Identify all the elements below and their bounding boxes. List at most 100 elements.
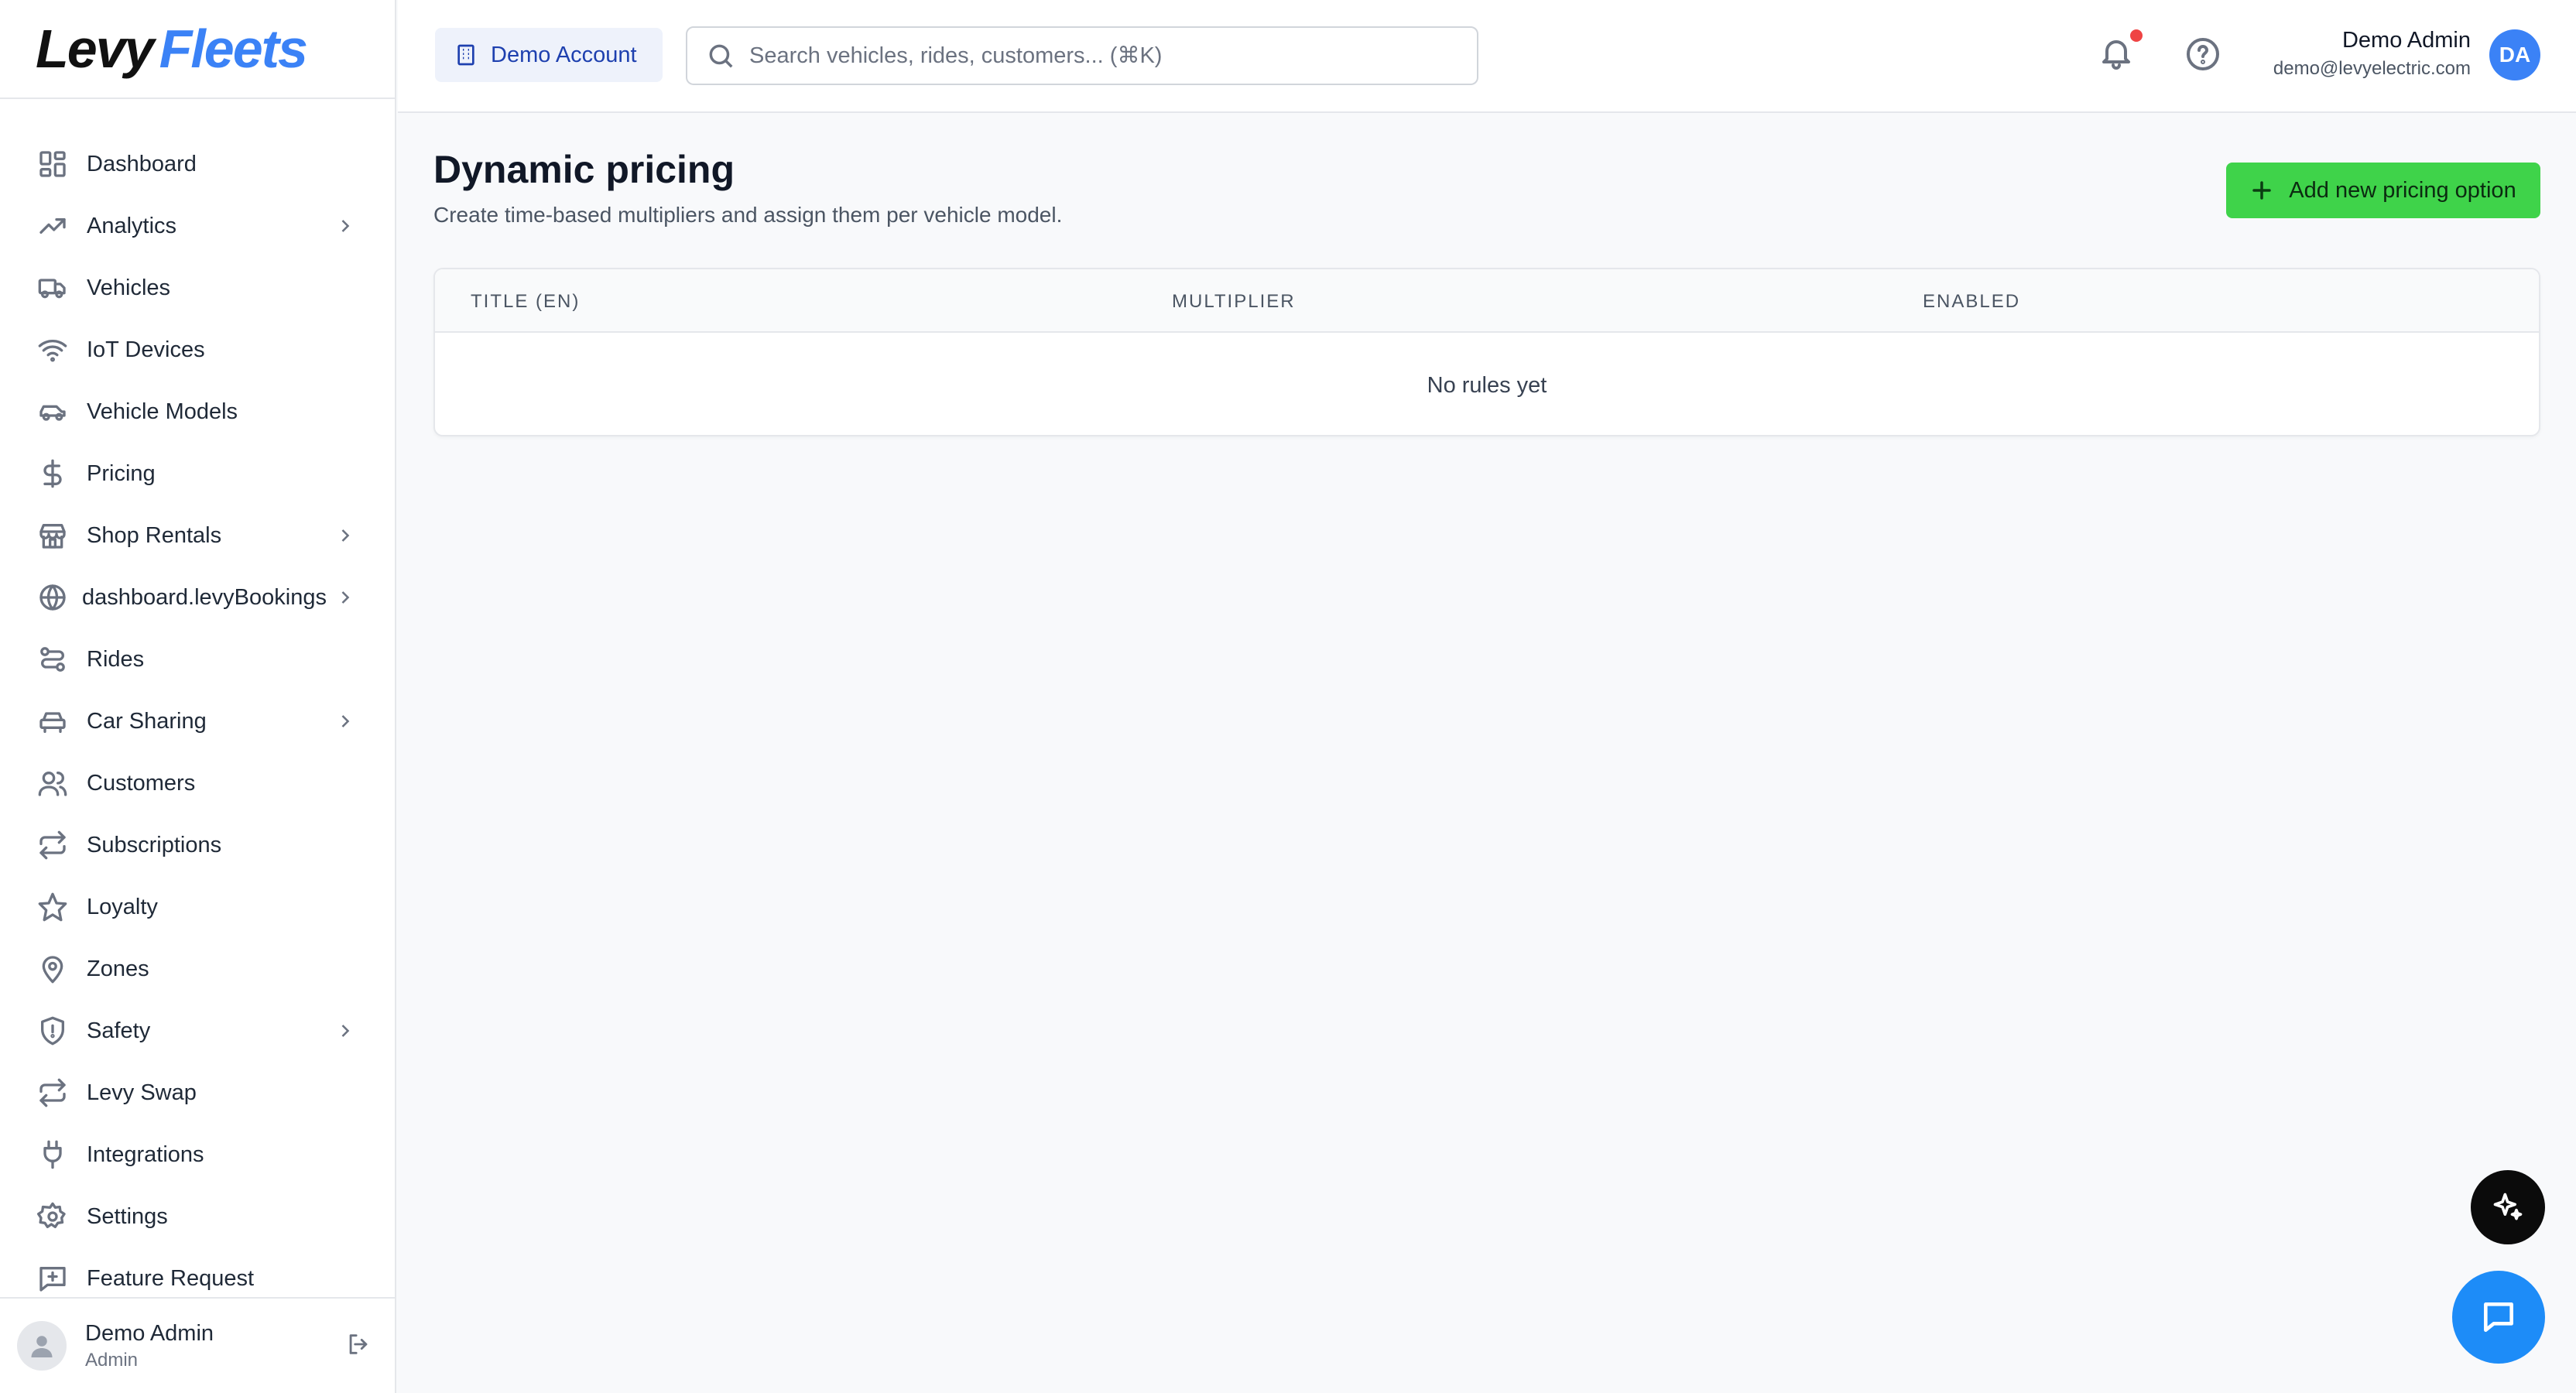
help-circle-icon bbox=[2187, 38, 2219, 70]
sidebar-item-car-sharing[interactable]: Car Sharing bbox=[0, 690, 395, 752]
sidebar-user-name: Demo Admin bbox=[85, 1320, 214, 1346]
gear-icon bbox=[36, 1200, 70, 1234]
user-menu[interactable]: Demo Admin demo@levyelectric.com bbox=[2273, 28, 2471, 80]
page-title: Dynamic pricing bbox=[433, 148, 735, 191]
search-input[interactable] bbox=[749, 43, 1446, 69]
sidebar-item-subscriptions[interactable]: Subscriptions bbox=[0, 814, 395, 876]
sidebar-item-vehicles[interactable]: Vehicles bbox=[0, 257, 395, 319]
avatar[interactable]: DA bbox=[2489, 29, 2540, 80]
help-button[interactable] bbox=[2184, 36, 2225, 76]
car-front-icon bbox=[36, 704, 70, 738]
sidebar-item-label: Loyalty bbox=[87, 894, 158, 919]
building-icon bbox=[457, 44, 474, 66]
sidebar-item-label: Integrations bbox=[87, 1141, 204, 1167]
sidebar-item-safety[interactable]: Safety bbox=[0, 1000, 395, 1062]
pricing-rules-table: TITLE (EN) MULTIPLIER ENABLED No rules y… bbox=[433, 268, 2540, 436]
chevron-right-icon bbox=[334, 1020, 356, 1042]
sidebar-user-info: Demo Admin Admin bbox=[85, 1321, 345, 1371]
sidebar-item-shop-rentals[interactable]: Shop Rentals bbox=[0, 505, 395, 566]
truck-icon bbox=[36, 271, 70, 305]
sidebar-item-zones[interactable]: Zones bbox=[0, 938, 395, 1000]
swap-icon bbox=[36, 1076, 70, 1110]
ai-assistant-button[interactable] bbox=[2471, 1170, 2545, 1244]
plus-icon bbox=[2252, 181, 2272, 200]
sidebar-item-label: Analytics bbox=[87, 213, 177, 238]
sidebar-nav: Dashboard Analytics Vehicles IoT Devices… bbox=[0, 133, 395, 1309]
top-header: Demo Account Demo Admin demo@levyelectri… bbox=[398, 0, 2576, 113]
sidebar-item-settings[interactable]: Settings bbox=[0, 1186, 395, 1248]
sidebar-item-label: Vehicle Models bbox=[87, 399, 238, 424]
notification-dot bbox=[2130, 29, 2143, 42]
user-icon bbox=[31, 1336, 53, 1357]
sidebar-item-integrations[interactable]: Integrations bbox=[0, 1124, 395, 1186]
account-switcher-button[interactable]: Demo Account bbox=[435, 28, 663, 82]
sparkles-icon bbox=[2493, 1193, 2523, 1220]
sidebar-item-label: Dashboard bbox=[87, 151, 197, 176]
users-icon bbox=[36, 766, 70, 800]
map-pin-icon bbox=[36, 952, 70, 986]
avatar[interactable] bbox=[17, 1321, 67, 1371]
sidebar-item-loyalty[interactable]: Loyalty bbox=[0, 876, 395, 938]
sidebar-item-levy-swap[interactable]: Levy Swap bbox=[0, 1062, 395, 1124]
column-header-multiplier[interactable]: MULTIPLIER bbox=[1172, 291, 1296, 313]
column-header-title[interactable]: TITLE (EN) bbox=[471, 291, 580, 313]
sidebar-item-label: Rides bbox=[87, 646, 145, 672]
repeat-icon bbox=[36, 828, 70, 862]
dollar-icon bbox=[36, 457, 70, 491]
sidebar-user-footer: Demo Admin Admin bbox=[0, 1297, 395, 1393]
star-icon bbox=[36, 890, 70, 924]
empty-state-message: No rules yet bbox=[1427, 373, 1547, 398]
sidebar: Levy Fleets Dashboard Analytics Vehicles… bbox=[0, 0, 396, 1393]
user-email: demo@levyelectric.com bbox=[2273, 58, 2471, 79]
sidebar-item-analytics[interactable]: Analytics bbox=[0, 195, 395, 257]
search-icon bbox=[709, 44, 733, 68]
chevron-right-icon bbox=[334, 215, 356, 237]
brand-logo[interactable]: Levy Fleets bbox=[0, 0, 395, 99]
sidebar-item-label: Feature Request bbox=[87, 1265, 255, 1291]
sidebar-item-pricing[interactable]: Pricing bbox=[0, 443, 395, 505]
page-subtitle: Create time-based multipliers and assign… bbox=[433, 203, 1063, 227]
search-box[interactable] bbox=[686, 26, 1478, 85]
sidebar-item-label: IoT Devices bbox=[87, 337, 205, 362]
trending-up-icon bbox=[36, 209, 70, 243]
brand-logo-part2: Fleets bbox=[159, 19, 308, 79]
wifi-icon bbox=[36, 333, 70, 367]
bell-icon bbox=[2102, 40, 2130, 70]
sidebar-item-label: Car Sharing bbox=[87, 708, 207, 734]
sidebar-user-role: Admin bbox=[85, 1349, 139, 1371]
route-icon bbox=[36, 642, 70, 676]
sidebar-item-iot-devices[interactable]: IoT Devices bbox=[0, 319, 395, 381]
globe-icon bbox=[36, 580, 70, 614]
sidebar-item-label: Settings bbox=[87, 1203, 168, 1229]
dashboard-icon bbox=[36, 147, 70, 181]
sidebar-item-label: Pricing bbox=[87, 460, 156, 486]
message-plus-icon bbox=[36, 1261, 70, 1295]
sidebar-item-label: Shop Rentals bbox=[87, 522, 222, 548]
sidebar-item-label: dashboard.levyBookings bbox=[82, 584, 327, 610]
user-name: Demo Admin bbox=[2341, 28, 2471, 53]
sidebar-item-dashboard[interactable]: Dashboard bbox=[0, 133, 395, 195]
table-header: TITLE (EN) MULTIPLIER ENABLED bbox=[435, 269, 2539, 333]
chat-support-button[interactable] bbox=[2452, 1271, 2545, 1364]
sidebar-item-label: Customers bbox=[87, 770, 196, 796]
sidebar-item-customers[interactable]: Customers bbox=[0, 752, 395, 814]
notifications-button[interactable] bbox=[2098, 29, 2143, 77]
shield-icon bbox=[36, 1014, 70, 1048]
brand-logo-part1: Levy bbox=[36, 19, 155, 79]
sidebar-item-bookings[interactable]: dashboard.levyBookings bbox=[0, 566, 395, 628]
sidebar-item-vehicle-models[interactable]: Vehicle Models bbox=[0, 381, 395, 443]
sidebar-item-rides[interactable]: Rides bbox=[0, 628, 395, 690]
add-pricing-option-label: Add new pricing option bbox=[2289, 177, 2516, 203]
column-header-enabled[interactable]: ENABLED bbox=[1923, 291, 2020, 313]
chat-icon bbox=[2484, 1302, 2513, 1332]
sidebar-item-label: Vehicles bbox=[87, 275, 171, 300]
chevron-right-icon bbox=[334, 587, 356, 608]
store-icon bbox=[36, 519, 70, 553]
account-switcher-label: Demo Account bbox=[491, 42, 637, 67]
sidebar-item-label: Zones bbox=[87, 956, 149, 981]
sidebar-item-label: Levy Swap bbox=[87, 1080, 197, 1105]
chevron-right-icon bbox=[334, 525, 356, 546]
logout-icon[interactable] bbox=[345, 1331, 372, 1361]
add-pricing-option-button[interactable]: Add new pricing option bbox=[2226, 163, 2540, 218]
car-icon bbox=[36, 395, 70, 429]
